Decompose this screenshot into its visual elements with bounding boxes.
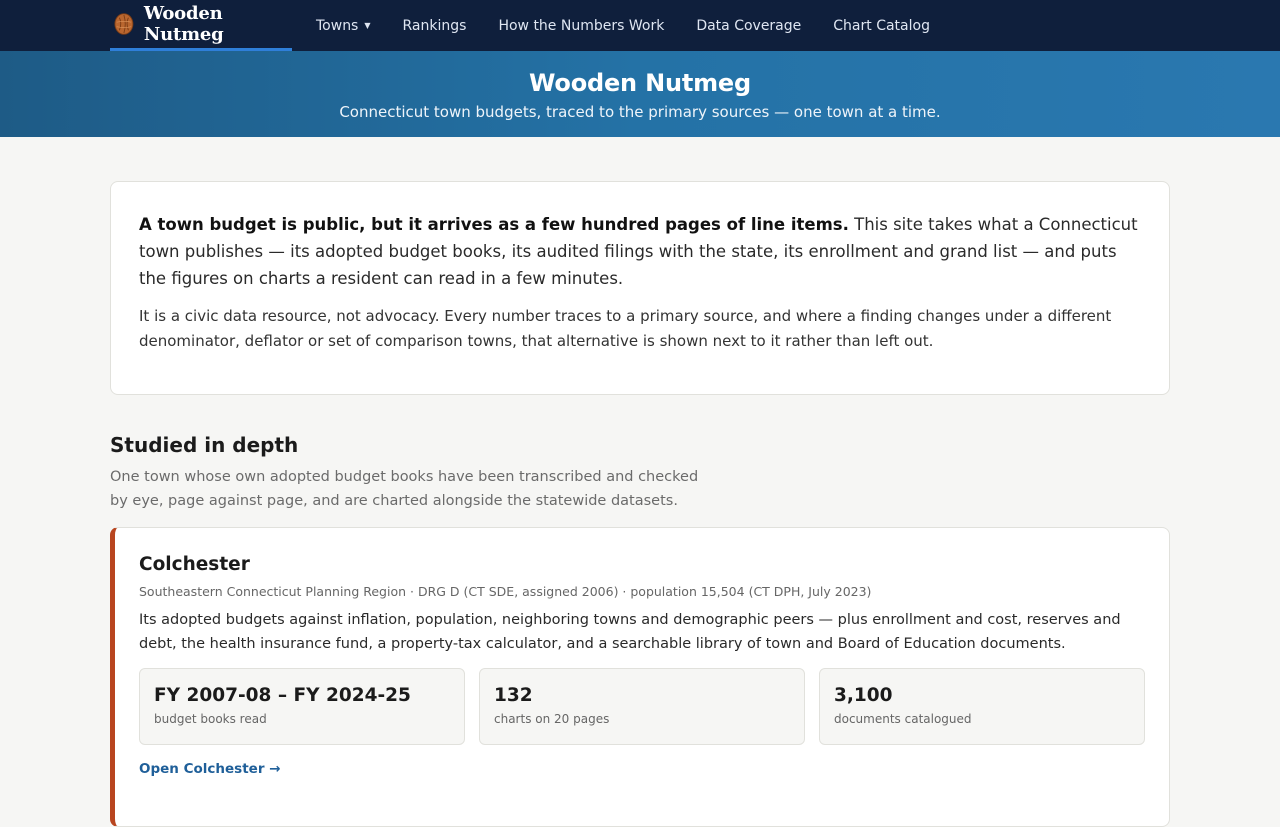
- hero-subtitle: Connecticut town budgets, traced to the …: [339, 103, 941, 121]
- town-card-colchester: Colchester Southeastern Connecticut Plan…: [110, 527, 1170, 827]
- stat-value: FY 2007-08 – FY 2024-25: [154, 685, 411, 706]
- town-meta: Southeastern Connecticut Planning Region…: [139, 584, 872, 599]
- intro-paragraph-lead: A town budget is public, but it arrives …: [139, 211, 1141, 292]
- caret-down-icon: ▼: [364, 21, 371, 30]
- stat-label: budget books read: [154, 712, 267, 726]
- brand-home-link[interactable]: Wooden Nutmeg: [110, 0, 292, 51]
- section-subtitle: One town whose own adopted budget books …: [110, 469, 699, 509]
- intro-card: A town budget is public, but it arrives …: [110, 181, 1170, 395]
- intro-lead-bold: A town budget is public, but it arrives …: [139, 215, 849, 234]
- hero-banner: Wooden Nutmeg Connecticut town budgets, …: [0, 51, 1280, 137]
- stat-budget-books: FY 2007-08 – FY 2024-25 budget books rea…: [139, 668, 465, 745]
- intro-paragraph-second: It is a civic data resource, not advocac…: [139, 307, 1112, 350]
- brand-name: Wooden Nutmeg: [143, 3, 224, 45]
- stat-charts: 132 charts on 20 pages: [479, 668, 805, 745]
- stat-documents: 3,100 documents catalogued: [819, 668, 1145, 745]
- top-nav: Wooden Nutmeg Towns ▼ Rankings How the N…: [0, 0, 1280, 51]
- section-title: Studied in depth: [110, 433, 299, 457]
- town-description: Its adopted budgets against inflation, p…: [139, 612, 1121, 652]
- nav-towns-dropdown[interactable]: Towns ▼: [316, 18, 371, 34]
- nav-menu: Towns ▼ Rankings How the Numbers Work Da…: [316, 0, 962, 51]
- hero-title: Wooden Nutmeg: [528, 69, 751, 97]
- nutmeg-icon: [114, 13, 134, 35]
- stat-label: documents catalogued: [834, 712, 972, 726]
- stat-value: 3,100: [834, 685, 893, 706]
- nav-chart-catalog-label: Chart Catalog: [833, 17, 930, 34]
- town-stats: FY 2007-08 – FY 2024-25 budget books rea…: [139, 668, 1145, 745]
- nav-rankings-label: Rankings: [402, 17, 467, 34]
- stat-value: 132: [494, 685, 533, 706]
- nav-data-coverage[interactable]: Data Coverage: [696, 18, 801, 34]
- nav-towns-label: Towns: [316, 17, 359, 34]
- nav-rankings[interactable]: Rankings: [403, 18, 467, 34]
- nav-chart-catalog[interactable]: Chart Catalog: [833, 18, 930, 34]
- nav-how-numbers-work-label: How the Numbers Work: [498, 17, 665, 34]
- nav-how-numbers-work[interactable]: How the Numbers Work: [498, 18, 664, 34]
- town-name: Colchester: [139, 554, 250, 575]
- open-town-link[interactable]: Open Colchester →: [139, 761, 281, 777]
- stat-label: charts on 20 pages: [494, 712, 610, 726]
- nav-data-coverage-label: Data Coverage: [696, 17, 802, 34]
